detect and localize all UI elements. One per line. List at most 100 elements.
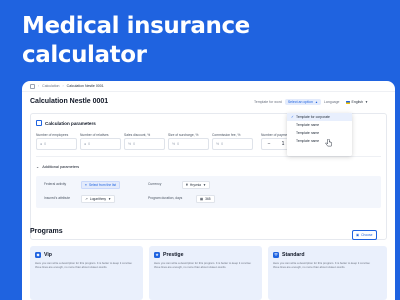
shield-icon: ⛨ xyxy=(273,252,279,258)
field-employees: Number of employees ● 0 xyxy=(36,133,77,150)
language-label: Language xyxy=(323,100,340,104)
divider xyxy=(36,156,381,157)
program-name: Vip xyxy=(44,252,52,258)
currency-select[interactable]: ₴ Hryvnia ▼ xyxy=(182,181,211,189)
parameter-fields: Number of employees ● 0 Number of relati… xyxy=(36,133,253,150)
insured-attribute-select[interactable]: ↗ Logarithmy ▼ xyxy=(81,195,116,203)
language-value: English xyxy=(351,100,363,104)
field-commission: Commission fee, % % 0 xyxy=(212,133,253,150)
breadcrumb: › Calculation › Calculation Nestle 0001 xyxy=(22,81,395,92)
calculation-parameters-title: Calculation parameters xyxy=(45,120,96,126)
template-dropdown: ✓ Template for corporate Template name T… xyxy=(287,113,352,156)
breadcrumb-separator: › xyxy=(62,84,64,88)
sales-discount-input[interactable]: % 0 xyxy=(124,138,165,150)
additional-parameters-toggle[interactable]: ⌄ Additional parameters xyxy=(36,164,80,170)
choose-button[interactable]: ▣ Choose xyxy=(352,230,377,240)
dropdown-item[interactable]: Template name xyxy=(287,129,352,137)
calculator-icon xyxy=(36,120,42,126)
field-value: 0 xyxy=(221,142,224,146)
dropdown-item[interactable]: Template name xyxy=(287,121,352,129)
field-value: 0 xyxy=(133,142,136,146)
grid-icon: ▣ xyxy=(356,233,360,237)
currency-icon: ₴ xyxy=(186,183,188,187)
check-icon: ✓ xyxy=(291,115,294,119)
additional-parameters-title: Additional parameters xyxy=(42,164,80,169)
duration-label-row: Program duration, days xyxy=(148,196,182,200)
person-icon: ● xyxy=(84,142,87,146)
relatives-input[interactable]: ● 0 xyxy=(80,138,121,150)
program-description: Here you can write a description for thi… xyxy=(35,261,133,269)
currency-label-row: Currency xyxy=(148,182,161,186)
calculation-parameters-header: Calculation parameters xyxy=(36,120,96,126)
chevron-up-icon: ▲ xyxy=(314,100,318,104)
federal-activity-select[interactable]: ≡ Select from the list xyxy=(81,181,121,189)
dropdown-item[interactable]: ✓ Template for corporate xyxy=(287,113,352,121)
program-name: Prestige xyxy=(163,252,184,258)
insured-attribute-row: Insured's attribute xyxy=(44,196,70,200)
home-icon[interactable] xyxy=(30,83,35,89)
list-icon: ≡ xyxy=(85,183,87,187)
breadcrumb-root[interactable]: Calculation xyxy=(42,84,59,88)
title-controls: Template for word Select an option ▲ Lan… xyxy=(254,99,371,105)
insured-attribute-label: Insured's attribute xyxy=(44,196,71,200)
percent-icon: % xyxy=(128,142,132,146)
program-name: Standard xyxy=(282,252,305,258)
chevron-down-icon: ⌄ xyxy=(36,165,40,169)
template-label: Template for word xyxy=(254,100,282,104)
field-value: 0 xyxy=(44,142,47,146)
calendar-icon: ▦ xyxy=(200,197,204,201)
programs-title: Programs xyxy=(30,228,63,235)
field-surcharge: Size of surcharge, % % 0 xyxy=(168,133,209,150)
federal-activity-label: Federal activity xyxy=(44,182,67,186)
currency-label: Currency xyxy=(148,182,162,186)
star-icon: ★ xyxy=(154,252,160,258)
field-sales-discount: Sales discount, % % 0 xyxy=(124,133,165,150)
breadcrumb-current: Calculation Nestle 0001 xyxy=(66,84,104,88)
duration-input[interactable]: ▦ 365 xyxy=(196,195,215,203)
choose-label: Choose xyxy=(361,233,373,237)
currency-control: ₴ Hryvnia ▼ xyxy=(182,181,211,189)
commission-input[interactable]: % 0 xyxy=(212,138,253,150)
federal-activity-control: ≡ Select from the list xyxy=(81,181,121,189)
payments-value: 1 xyxy=(281,141,285,147)
program-card-prestige[interactable]: ★ Prestige Here you can write a descript… xyxy=(149,246,262,300)
hero-heading: Medical insurance calculator xyxy=(22,12,250,70)
hero-line-1: Medical insurance xyxy=(22,13,250,39)
hero-line-2: calculator xyxy=(22,42,147,68)
dropdown-item-label: Template name xyxy=(296,131,320,135)
federal-activity-row: Federal activity xyxy=(44,182,66,186)
language-select[interactable]: English ▼ xyxy=(343,99,371,105)
dropdown-item[interactable]: Template name xyxy=(287,137,352,145)
field-value: 0 xyxy=(177,142,180,146)
percent-icon: % xyxy=(216,142,220,146)
chart-icon: ↗ xyxy=(85,197,88,201)
dropdown-item-label: Template for corporate xyxy=(296,115,330,119)
employees-input[interactable]: ● 0 xyxy=(36,138,77,150)
program-card-standard[interactable]: ⛨ Standard Here you can write a descript… xyxy=(268,246,387,300)
percent-icon: % xyxy=(172,142,176,146)
additional-parameters-panel: Federal activity ≡ Select from the list … xyxy=(36,176,381,208)
chevron-down-icon: ▼ xyxy=(203,183,207,187)
dropdown-item-label: Template name xyxy=(296,139,320,143)
chevron-down-icon: ▼ xyxy=(108,197,112,201)
insured-attribute-value: Logarithmy xyxy=(89,197,107,201)
flag-icon xyxy=(345,100,350,104)
diamond-icon: ◆ xyxy=(35,252,41,258)
surcharge-input[interactable]: % 0 xyxy=(168,138,209,150)
template-select-value: Select an option xyxy=(287,100,313,104)
insured-attribute-control: ↗ Logarithmy ▼ xyxy=(81,195,116,203)
template-select[interactable]: Select an option ▲ xyxy=(284,99,321,105)
person-icon: ● xyxy=(40,142,43,146)
duration-control: ▦ 365 xyxy=(196,195,215,203)
stepper-decrement[interactable]: − xyxy=(268,141,271,147)
federal-activity-value: Select from the list xyxy=(88,183,117,187)
program-description: Here you can write a description for thi… xyxy=(273,261,371,269)
program-description: Here you can write a description for thi… xyxy=(154,261,252,269)
field-value: 0 xyxy=(88,142,91,146)
dropdown-item-label: Template name xyxy=(296,123,320,127)
hand-cursor-icon xyxy=(325,139,332,147)
breadcrumb-separator: › xyxy=(38,84,40,88)
program-card-vip[interactable]: ◆ Vip Here you can write a description f… xyxy=(30,246,143,300)
duration-value: 365 xyxy=(205,197,211,201)
field-relatives: Number of relatives ● 0 xyxy=(80,133,121,150)
